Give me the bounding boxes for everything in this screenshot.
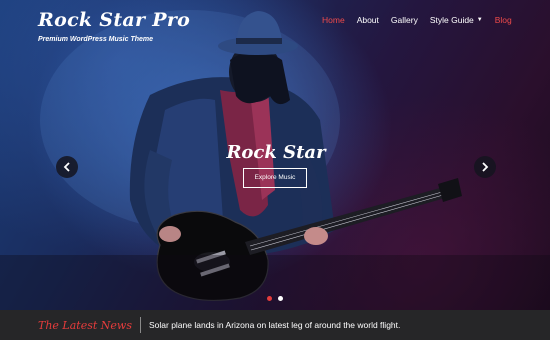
- slider-dot-2[interactable]: [278, 296, 283, 301]
- news-headline-link[interactable]: Solar plane lands in Arizona on latest l…: [149, 320, 400, 330]
- nav-item-blog[interactable]: Blog: [495, 15, 512, 25]
- latest-news-label: The Latest News: [38, 318, 132, 332]
- caret-down-icon: ▼: [476, 17, 483, 23]
- page: Rock Star Pro Premium WordPress Music Th…: [0, 0, 550, 340]
- slider-pagination: [267, 296, 289, 301]
- explore-music-button[interactable]: Explore Music: [243, 168, 307, 188]
- nav-item-style-guide[interactable]: Style Guide ▼: [430, 15, 483, 25]
- news-divider: [139, 317, 141, 333]
- hero-slider: Rock Star Pro Premium WordPress Music Th…: [0, 0, 550, 310]
- main-navigation: Home About Gallery Style Guide ▼ Blog: [322, 15, 512, 25]
- nav-item-home[interactable]: Home: [322, 15, 345, 25]
- nav-item-style-guide-label: Style Guide: [429, 15, 474, 25]
- slide-title: Rock Star: [226, 142, 326, 163]
- site-title[interactable]: Rock Star Pro: [38, 9, 190, 31]
- slider-next-button[interactable]: [474, 156, 496, 178]
- chevron-right-icon: [482, 162, 489, 172]
- latest-news-bar: The Latest News Solar plane lands in Ari…: [0, 310, 550, 340]
- site-tagline: Premium WordPress Music Theme: [38, 36, 154, 43]
- slider-dot-1[interactable]: [267, 296, 272, 301]
- slider-prev-button[interactable]: [56, 156, 78, 178]
- site-branding: Rock Star Pro Premium WordPress Music Th…: [38, 9, 190, 43]
- nav-item-about[interactable]: About: [357, 15, 379, 25]
- chevron-left-icon: [63, 162, 70, 172]
- nav-item-gallery[interactable]: Gallery: [391, 15, 418, 25]
